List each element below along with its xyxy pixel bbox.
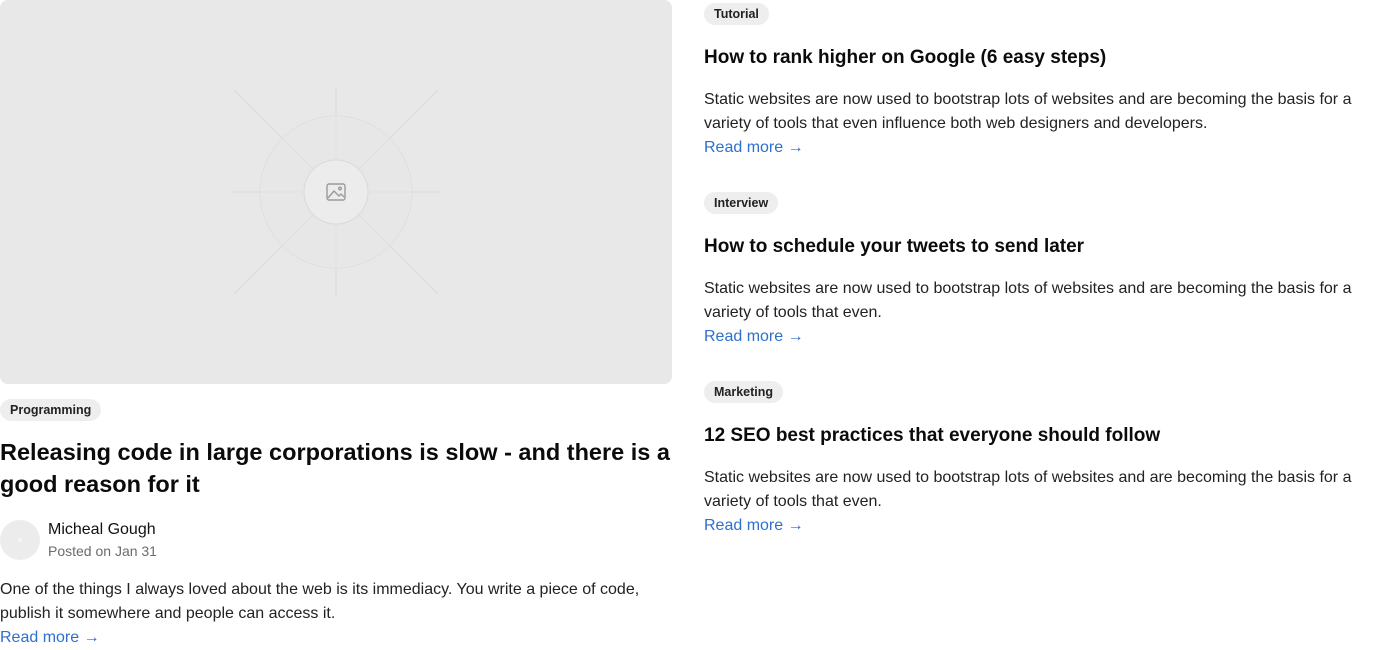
post-excerpt: Static websites are now used to bootstra… — [704, 91, 1352, 132]
post-excerpt: One of the things I always loved about t… — [0, 581, 640, 622]
post-excerpt: Static websites are now used to bootstra… — [704, 280, 1352, 321]
category-tag[interactable]: Tutorial — [704, 3, 769, 25]
featured-post: Programming Releasing code in large corp… — [0, 0, 672, 646]
featured-image[interactable] — [0, 0, 672, 384]
post-title[interactable]: Releasing code in large corporations is … — [0, 436, 672, 500]
blog-section: Programming Releasing code in large corp… — [0, 0, 1376, 650]
author-name[interactable]: Micheal Gough — [48, 520, 156, 540]
post-title[interactable]: 12 SEO best practices that everyone shou… — [704, 423, 1376, 449]
read-more-link[interactable]: Read more → — [704, 136, 804, 160]
author-info: Micheal Gough Posted on Jan 31 — [0, 520, 400, 560]
read-more-link[interactable]: Read more → — [0, 626, 100, 650]
post-excerpt: Static websites are now used to bootstra… — [704, 469, 1352, 510]
avatar[interactable] — [0, 520, 40, 560]
read-more-link[interactable]: Read more → — [704, 325, 804, 349]
post-date: Posted on Jan 31 — [48, 543, 157, 559]
image-placeholder-icon — [232, 88, 440, 296]
category-tag[interactable]: Marketing — [704, 381, 784, 403]
category-tag[interactable]: Programming — [0, 399, 102, 421]
category-tag[interactable]: Interview — [704, 192, 779, 214]
read-more-link[interactable]: Read more → — [704, 514, 804, 538]
post-title[interactable]: How to rank higher on Google (6 easy ste… — [704, 45, 1376, 71]
post-title[interactable]: How to schedule your tweets to send late… — [704, 234, 1376, 260]
